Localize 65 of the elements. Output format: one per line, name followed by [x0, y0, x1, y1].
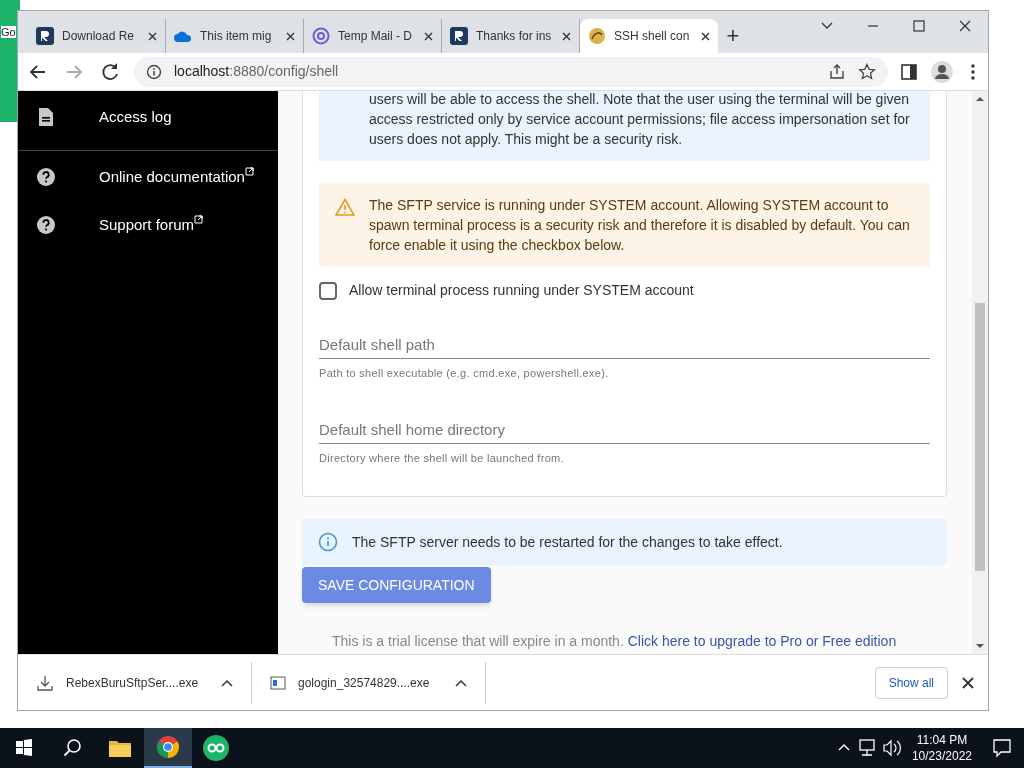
tab-title: Download Re: [62, 28, 136, 45]
download-filename: gologin_32574829....exe: [298, 674, 431, 692]
chrome-icon: [156, 735, 180, 759]
sidebar-label: Access log: [99, 106, 172, 127]
installer-icon: [270, 675, 286, 690]
checkbox[interactable]: [319, 281, 337, 300]
browser-tab[interactable]: SSH shell con: [580, 19, 718, 53]
checkbox-label: Allow terminal process running under SYSTEM account: [349, 281, 694, 300]
upgrade-link[interactable]: Click here to upgrade to Pro or Free edition: [627, 633, 897, 649]
chevron-up-icon[interactable]: [455, 678, 467, 687]
close-icon[interactable]: [286, 31, 295, 41]
app-label: Go: [1, 26, 16, 38]
help-icon: [37, 167, 55, 187]
document-icon: [38, 107, 54, 127]
sidebar-label: Support forum: [99, 214, 195, 235]
tab-title: Temp Mail - D: [338, 28, 413, 45]
info-icon: [146, 63, 162, 80]
notice-text: The SFTP server needs to be restarted for the changes to take effect.: [352, 532, 783, 552]
profile-icon[interactable]: [930, 59, 954, 84]
r-logo-icon: [36, 27, 54, 45]
warning-icon: [335, 198, 355, 216]
tab-title: SSH shell con: [614, 28, 691, 45]
cloud-icon: [174, 30, 192, 42]
close-icon[interactable]: [701, 31, 710, 41]
shell-icon: [588, 27, 606, 45]
close-icon[interactable]: [424, 31, 433, 41]
warning-text: The SFTP service is running under SYSTEM account. Allowing SYSTEM account to spawn terminal process is a security risk and therefore it is disabled by default. You can force enable it using the checkbox below.: [369, 196, 911, 255]
scroll-thumb[interactable]: [975, 303, 985, 571]
info-icon: [318, 532, 338, 552]
star-icon[interactable]: [858, 62, 876, 81]
info-text: users will be able to access the shell. Note that the user using the terminal will be given access restricted only by service account permissions; file access impersonation set for users does not apply. This might be a security risk.: [369, 91, 911, 149]
trial-notice: This is a trial license that will expire in a month. Click here to upgrade to Pro or Free edition: [332, 632, 898, 651]
close-icon[interactable]: [148, 31, 157, 41]
at-icon: [312, 27, 330, 45]
side-panel-icon[interactable]: [900, 62, 918, 81]
field-hint: Directory where the shell will be launched from.: [319, 450, 565, 466]
close-icon[interactable]: [962, 676, 974, 689]
tab-title: Thanks for ins: [476, 28, 553, 45]
r-logo-icon: [450, 27, 468, 45]
tab-title: This item mig: [200, 28, 273, 45]
share-icon[interactable]: [828, 62, 846, 81]
field-hint: Path to shell executable (e.g. cmd.exe, powershell.exe).: [319, 366, 610, 381]
help-icon: [37, 215, 55, 235]
text-field[interactable]: Default shell home directory: [319, 415, 930, 444]
app-logo-icon: [203, 735, 229, 761]
sidebar-item[interactable]: Online documentation: [18, 153, 278, 201]
close-icon[interactable]: [562, 31, 571, 41]
url-text: localhost:8880/config/shell: [174, 62, 340, 81]
text-field[interactable]: Default shell path: [319, 331, 930, 359]
clock[interactable]: 11:04 PM 10/23/2022: [903, 732, 980, 764]
new-tab-button[interactable]: +: [718, 19, 748, 53]
taskbar-app[interactable]: [144, 728, 192, 768]
show-all-button[interactable]: Show all: [874, 666, 948, 699]
chevron-up-icon[interactable]: [221, 678, 233, 687]
clock-date: 10/23/2022: [911, 748, 972, 764]
clock-time: 11:04 PM: [916, 732, 968, 748]
sidebar-item[interactable]: Access log: [18, 93, 278, 141]
download-item[interactable]: gologin_32574829....exe: [252, 661, 486, 704]
folder-icon: [109, 739, 131, 757]
download-item[interactable]: RebexBuruSftpSer....exe: [18, 661, 252, 704]
address-bar[interactable]: localhost:8880/config/shell: [134, 56, 888, 87]
download-filename: RebexBuruSftpSer....exe: [66, 674, 200, 692]
download-icon: [36, 673, 54, 692]
sidebar-item[interactable]: Support forum: [18, 201, 278, 249]
sidebar-label: Online documentation: [99, 166, 245, 187]
